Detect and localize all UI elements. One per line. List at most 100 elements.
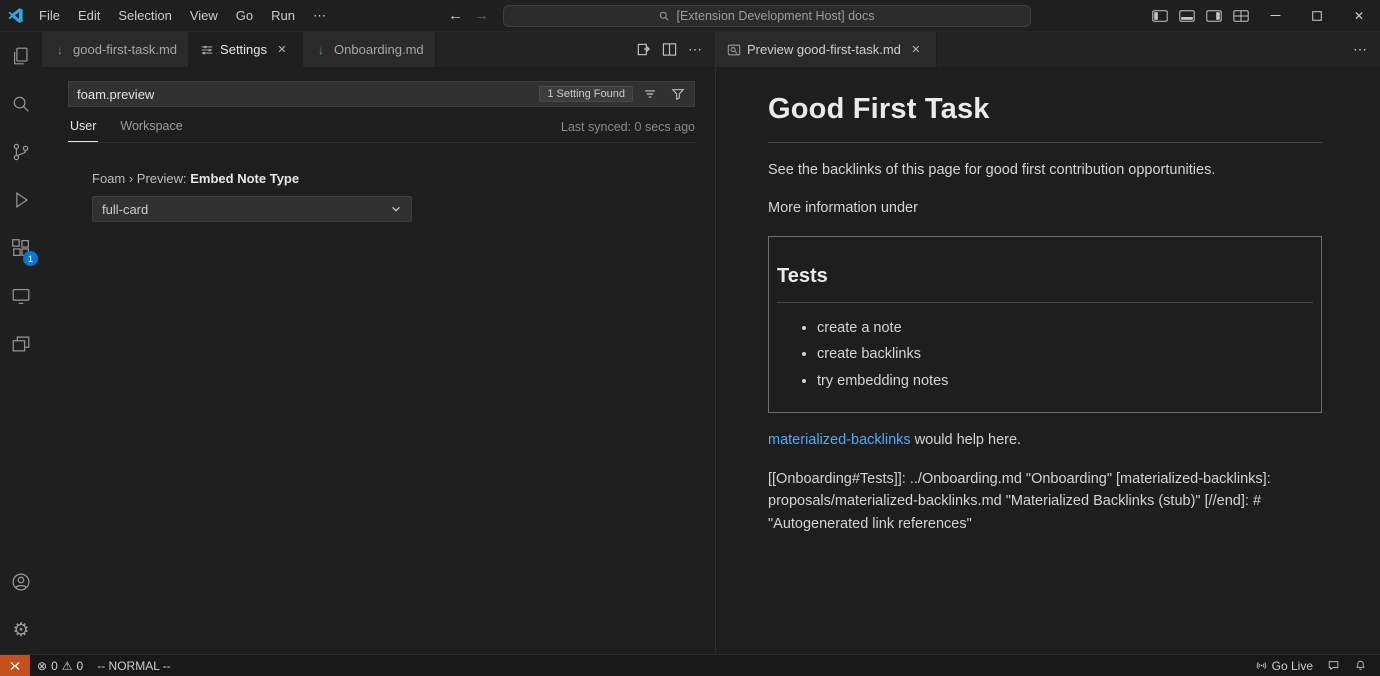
left-tab-bar: ↓ good-first-task.md Settings ✕ ↓ Onboar… xyxy=(42,32,715,67)
setting-item-embed-note-type: Foam › Preview: Embed Note Type full-car… xyxy=(92,171,715,222)
tab-preview-good-first-task[interactable]: Preview good-first-task.md ✕ xyxy=(716,32,937,67)
list-item: create a note xyxy=(817,317,1313,339)
embedded-note-card: Tests create a note create backlinks try… xyxy=(768,236,1322,413)
feedback-icon xyxy=(1327,659,1340,672)
split-editor-icon[interactable] xyxy=(657,38,681,62)
scope-tab-user[interactable]: User xyxy=(68,119,98,142)
vim-mode-label: -- NORMAL -- xyxy=(90,655,178,676)
scope-tab-workspace[interactable]: Workspace xyxy=(118,119,184,142)
note-card-list: create a note create backlinks try embed… xyxy=(777,317,1313,392)
problems-status[interactable]: ⊗ 0 ⚠ 0 xyxy=(30,655,90,676)
settings-scope-tabs: User Workspace Last synced: 0 secs ago xyxy=(68,111,695,143)
account-icon xyxy=(10,571,32,593)
activity-remote-explorer[interactable] xyxy=(0,272,42,320)
editor-area: ↓ good-first-task.md Settings ✕ ↓ Onboar… xyxy=(42,32,1380,654)
markdown-file-icon: ↓ xyxy=(314,43,328,57)
embed-note-type-select[interactable]: full-card xyxy=(92,196,412,222)
status-bar-right: Go Live xyxy=(1248,655,1380,676)
notifications-button[interactable] xyxy=(1347,655,1374,676)
error-count: 0 xyxy=(51,659,58,673)
accounts-button[interactable] xyxy=(0,558,42,606)
markdown-preview: Good First Task See the backlinks of thi… xyxy=(716,67,1380,654)
feedback-button[interactable] xyxy=(1320,655,1347,676)
status-bar: ⊗ 0 ⚠ 0 -- NORMAL -- Go Live xyxy=(0,654,1380,676)
preview-paragraph-2: More information under xyxy=(768,197,1322,219)
menu-selection[interactable]: Selection xyxy=(109,5,180,27)
link-suffix-text: would help here. xyxy=(911,432,1021,448)
vscode-window: File Edit Selection View Go Run ⋯ ← → [E… xyxy=(0,0,1380,676)
tab-good-first-task[interactable]: ↓ good-first-task.md xyxy=(42,32,189,67)
command-center[interactable]: [Extension Development Host] docs xyxy=(503,5,1031,27)
warning-icon: ⚠ xyxy=(62,659,73,673)
right-tab-bar: Preview good-first-task.md ✕ ⋯ xyxy=(716,32,1380,67)
manage-settings-button[interactable]: ⚙ xyxy=(0,606,42,654)
editor-actions: ⋯ xyxy=(1348,32,1380,67)
close-tab-icon[interactable]: ✕ xyxy=(907,41,925,59)
close-window-button[interactable]: ✕ xyxy=(1338,0,1380,32)
preview-link-line: materialized-backlinks would help here. xyxy=(768,429,1322,451)
more-actions-icon[interactable]: ⋯ xyxy=(683,38,707,62)
windows-icon xyxy=(10,333,32,355)
tab-label: Onboarding.md xyxy=(334,42,424,57)
settings-count-badge: 1 Setting Found xyxy=(539,86,633,102)
materialized-backlinks-link[interactable]: materialized-backlinks xyxy=(768,432,911,448)
tab-label: Preview good-first-task.md xyxy=(747,42,901,57)
activity-source-control[interactable] xyxy=(0,128,42,176)
nav-forward-icon: → xyxy=(469,7,495,24)
go-live-button[interactable]: Go Live xyxy=(1248,655,1320,676)
activity-search[interactable] xyxy=(0,80,42,128)
setting-name: Embed Note Type xyxy=(190,171,299,186)
customize-layout-icon[interactable] xyxy=(1227,0,1254,32)
tab-settings[interactable]: Settings ✕ xyxy=(189,32,303,67)
remote-icon xyxy=(8,659,22,673)
run-and-debug-icon xyxy=(10,189,32,211)
menu-go[interactable]: Go xyxy=(227,5,262,27)
link-references-text: [[Onboarding#Tests]]: ../Onboarding.md "… xyxy=(768,468,1322,535)
search-icon xyxy=(658,10,670,22)
broadcast-icon xyxy=(1255,659,1268,672)
preview-title: Good First Task xyxy=(768,87,1322,143)
notifications-bell-icon xyxy=(1354,659,1367,672)
search-icon xyxy=(10,93,32,115)
maximize-button[interactable] xyxy=(1296,0,1338,32)
settings-search-box: 1 Setting Found xyxy=(68,81,695,107)
preview-paragraph-1: See the backlinks of this page for good … xyxy=(768,159,1322,181)
editor-group-right: Preview good-first-task.md ✕ ⋯ Good Firs… xyxy=(715,32,1380,654)
menu-edit[interactable]: Edit xyxy=(69,5,109,27)
menu-view[interactable]: View xyxy=(181,5,227,27)
go-live-label: Go Live xyxy=(1272,659,1313,673)
tab-label: good-first-task.md xyxy=(73,42,177,57)
menu-file[interactable]: File xyxy=(30,5,69,27)
markdown-file-icon: ↓ xyxy=(53,43,67,57)
activity-run-debug[interactable] xyxy=(0,176,42,224)
activity-extensions[interactable]: 1 xyxy=(0,224,42,272)
activity-explorer[interactable] xyxy=(0,32,42,80)
settings-search-row: 1 Setting Found xyxy=(68,81,695,107)
close-tab-icon[interactable]: ✕ xyxy=(273,41,291,59)
remote-explorer-icon xyxy=(10,285,32,307)
setting-category: Foam › Preview: xyxy=(92,171,187,186)
list-item: try embedding notes xyxy=(817,370,1313,392)
remote-indicator[interactable] xyxy=(0,655,30,676)
chevron-down-icon xyxy=(390,203,402,215)
settings-editor: 1 Setting Found User Workspace Last xyxy=(42,67,715,654)
more-actions-icon[interactable]: ⋯ xyxy=(1348,38,1372,62)
filter-icon[interactable] xyxy=(667,83,689,105)
toggle-panel-icon[interactable] xyxy=(1173,0,1200,32)
toggle-secondary-sidebar-icon[interactable] xyxy=(1200,0,1227,32)
nav-back-icon[interactable]: ← xyxy=(443,7,469,24)
toggle-primary-sidebar-icon[interactable] xyxy=(1146,0,1173,32)
menu-run[interactable]: Run xyxy=(262,5,304,27)
tab-onboarding[interactable]: ↓ Onboarding.md xyxy=(303,32,436,67)
markdown-preview-icon xyxy=(727,43,741,57)
editor-group-left: ↓ good-first-task.md Settings ✕ ↓ Onboar… xyxy=(42,32,715,654)
menu-more-icon[interactable]: ⋯ xyxy=(304,8,335,24)
activity-editor-layouts[interactable] xyxy=(0,320,42,368)
warning-count: 0 xyxy=(77,659,84,673)
minimize-button[interactable] xyxy=(1254,0,1296,32)
settings-search-input[interactable] xyxy=(77,87,533,102)
clear-filters-icon[interactable] xyxy=(639,83,661,105)
command-center-label: [Extension Development Host] docs xyxy=(676,9,874,23)
select-value: full-card xyxy=(102,202,148,217)
open-settings-json-icon[interactable] xyxy=(631,38,655,62)
